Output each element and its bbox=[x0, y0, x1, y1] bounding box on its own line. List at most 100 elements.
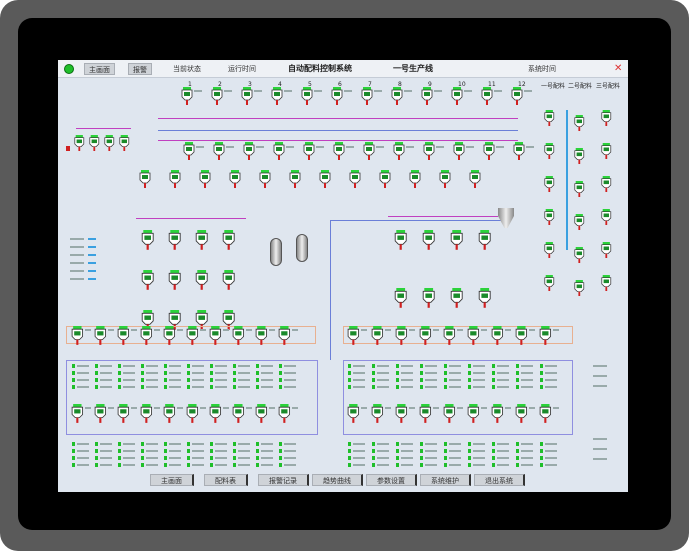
mixer-icon[interactable] bbox=[600, 143, 613, 163]
mixer-icon[interactable] bbox=[543, 176, 556, 196]
mixer-icon[interactable] bbox=[452, 142, 466, 164]
mixer-icon[interactable] bbox=[346, 404, 361, 427]
mixer-icon[interactable] bbox=[512, 142, 526, 164]
mixer-icon[interactable] bbox=[442, 404, 457, 427]
mixer-icon[interactable] bbox=[543, 110, 556, 130]
mixer-icon[interactable] bbox=[420, 87, 434, 109]
mixer-icon[interactable] bbox=[450, 87, 464, 109]
nav-button-alarm[interactable]: 报警 bbox=[128, 63, 152, 75]
mixer-icon[interactable] bbox=[182, 142, 196, 164]
mixer-icon[interactable] bbox=[185, 326, 200, 349]
mixer-icon[interactable] bbox=[514, 404, 529, 427]
mixer-icon[interactable] bbox=[212, 142, 226, 164]
mixer-icon[interactable] bbox=[390, 87, 404, 109]
mixer-icon[interactable] bbox=[277, 404, 292, 427]
mixer-icon[interactable] bbox=[138, 170, 152, 192]
mixer-icon[interactable] bbox=[421, 230, 436, 254]
mixer-icon[interactable] bbox=[480, 87, 494, 109]
mixer-icon[interactable] bbox=[167, 270, 182, 294]
mixer-icon[interactable] bbox=[258, 170, 272, 192]
mixer-icon[interactable] bbox=[392, 142, 406, 164]
mixer-icon[interactable] bbox=[438, 170, 452, 192]
mixer-icon[interactable] bbox=[466, 404, 481, 427]
footer-button[interactable]: 趋势曲线 bbox=[312, 474, 363, 486]
mixer-icon[interactable] bbox=[88, 135, 101, 155]
mixer-icon[interactable] bbox=[318, 170, 332, 192]
mixer-icon[interactable] bbox=[330, 87, 344, 109]
mixer-icon[interactable] bbox=[510, 87, 524, 109]
mixer-icon[interactable] bbox=[394, 404, 409, 427]
mixer-icon[interactable] bbox=[242, 142, 256, 164]
mixer-icon[interactable] bbox=[221, 230, 236, 254]
mixer-icon[interactable] bbox=[360, 87, 374, 109]
mixer-icon[interactable] bbox=[277, 326, 292, 349]
mixer-icon[interactable] bbox=[139, 326, 154, 349]
mixer-icon[interactable] bbox=[198, 170, 212, 192]
mixer-icon[interactable] bbox=[573, 280, 586, 300]
mixer-icon[interactable] bbox=[70, 404, 85, 427]
mixer-icon[interactable] bbox=[103, 135, 116, 155]
mixer-icon[interactable] bbox=[468, 170, 482, 192]
mixer-icon[interactable] bbox=[393, 288, 408, 312]
mixer-icon[interactable] bbox=[573, 115, 586, 135]
mixer-icon[interactable] bbox=[185, 404, 200, 427]
mixer-icon[interactable] bbox=[180, 87, 194, 109]
mixer-icon[interactable] bbox=[442, 326, 457, 349]
mixer-icon[interactable] bbox=[466, 326, 481, 349]
mixer-icon[interactable] bbox=[240, 87, 254, 109]
mixer-icon[interactable] bbox=[168, 170, 182, 192]
mixer-icon[interactable] bbox=[254, 326, 269, 349]
mixer-icon[interactable] bbox=[573, 214, 586, 234]
footer-button[interactable]: 退出系统 bbox=[474, 474, 525, 486]
mixer-icon[interactable] bbox=[422, 142, 436, 164]
mixer-icon[interactable] bbox=[73, 135, 86, 155]
mixer-icon[interactable] bbox=[394, 326, 409, 349]
mixer-icon[interactable] bbox=[538, 404, 553, 427]
mixer-icon[interactable] bbox=[300, 87, 314, 109]
mixer-icon[interactable] bbox=[538, 326, 553, 349]
mixer-icon[interactable] bbox=[600, 176, 613, 196]
mixer-icon[interactable] bbox=[231, 326, 246, 349]
mixer-icon[interactable] bbox=[600, 275, 613, 295]
mixer-icon[interactable] bbox=[449, 230, 464, 254]
mixer-icon[interactable] bbox=[543, 143, 556, 163]
mixer-icon[interactable] bbox=[208, 326, 223, 349]
mixer-icon[interactable] bbox=[408, 170, 422, 192]
mixer-icon[interactable] bbox=[346, 326, 361, 349]
mixer-icon[interactable] bbox=[302, 142, 316, 164]
mixer-icon[interactable] bbox=[210, 87, 224, 109]
mixer-icon[interactable] bbox=[272, 142, 286, 164]
mixer-icon[interactable] bbox=[167, 230, 182, 254]
mixer-icon[interactable] bbox=[449, 288, 464, 312]
mixer-icon[interactable] bbox=[348, 170, 362, 192]
footer-button[interactable]: 系统维护 bbox=[420, 474, 471, 486]
mixer-icon[interactable] bbox=[477, 288, 492, 312]
mixer-icon[interactable] bbox=[378, 170, 392, 192]
mixer-icon[interactable] bbox=[270, 87, 284, 109]
mixer-icon[interactable] bbox=[116, 326, 131, 349]
footer-button[interactable]: 主画面 bbox=[150, 474, 194, 486]
mixer-icon[interactable] bbox=[370, 404, 385, 427]
mixer-icon[interactable] bbox=[162, 326, 177, 349]
footer-button[interactable]: 参数设置 bbox=[366, 474, 417, 486]
mixer-icon[interactable] bbox=[139, 404, 154, 427]
mixer-icon[interactable] bbox=[370, 326, 385, 349]
mixer-icon[interactable] bbox=[393, 230, 408, 254]
mixer-icon[interactable] bbox=[600, 209, 613, 229]
mixer-icon[interactable] bbox=[194, 270, 209, 294]
mixer-icon[interactable] bbox=[140, 230, 155, 254]
mixer-icon[interactable] bbox=[543, 242, 556, 262]
mixer-icon[interactable] bbox=[93, 404, 108, 427]
mixer-icon[interactable] bbox=[490, 326, 505, 349]
mixer-icon[interactable] bbox=[231, 404, 246, 427]
mixer-icon[interactable] bbox=[573, 181, 586, 201]
mixer-icon[interactable] bbox=[288, 170, 302, 192]
mixer-icon[interactable] bbox=[573, 247, 586, 267]
mixer-icon[interactable] bbox=[482, 142, 496, 164]
mixer-icon[interactable] bbox=[573, 148, 586, 168]
mixer-icon[interactable] bbox=[118, 135, 131, 155]
mixer-icon[interactable] bbox=[228, 170, 242, 192]
mixer-icon[interactable] bbox=[421, 288, 436, 312]
mixer-icon[interactable] bbox=[418, 404, 433, 427]
mixer-icon[interactable] bbox=[490, 404, 505, 427]
